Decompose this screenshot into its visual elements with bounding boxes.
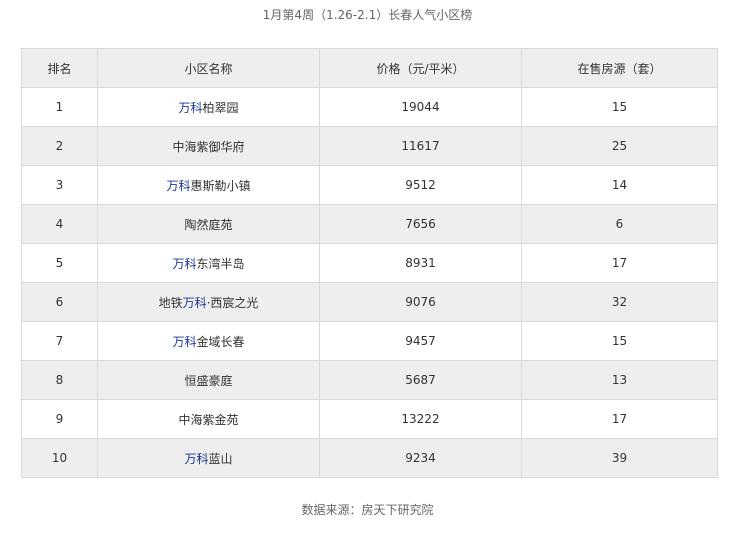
name-cell: 陶然庭苑 (97, 204, 320, 244)
name-cell: 中海紫金苑 (97, 399, 320, 439)
table-row: 3 万科惠斯勒小镇 9512 14 (21, 165, 718, 205)
table-row: 5 万科东湾半岛 8931 17 (21, 243, 718, 283)
table-row: 2 中海紫御华府 11617 25 (21, 126, 718, 166)
price-cell: 9234 (319, 438, 522, 478)
listings-cell: 13 (521, 360, 718, 400)
name-cell: 万科蓝山 (97, 438, 320, 478)
brand-link[interactable]: 万科 (183, 296, 207, 310)
name-cell: 恒盛豪庭 (97, 360, 320, 400)
rank-cell: 8 (21, 360, 98, 400)
header-rank: 排名 (21, 48, 98, 88)
brand-link[interactable]: 万科 (178, 101, 202, 115)
price-cell: 5687 (319, 360, 522, 400)
listings-cell: 17 (521, 243, 718, 283)
rank-cell: 9 (21, 399, 98, 439)
listings-cell: 15 (521, 321, 718, 361)
price-cell: 13222 (319, 399, 522, 439)
price-cell: 9076 (319, 282, 522, 322)
name-cell: 万科金域长春 (97, 321, 320, 361)
rank-cell: 6 (21, 282, 98, 322)
name-suffix: 陶然庭苑 (184, 217, 233, 232)
price-cell: 19044 (319, 87, 522, 127)
name-cell: 万科惠斯勒小镇 (97, 165, 320, 205)
table-row: 9 中海紫金苑 13222 17 (21, 399, 718, 439)
listings-cell: 25 (521, 126, 718, 166)
listings-cell: 39 (521, 438, 718, 478)
name-cell: 地铁万科·西宸之光 (97, 282, 320, 322)
brand-link[interactable]: 万科 (184, 452, 208, 466)
name-suffix: 金域长春 (196, 334, 245, 349)
header-listings: 在售房源（套） (521, 48, 718, 88)
name-suffix: 恒盛豪庭 (184, 373, 233, 388)
rank-cell: 7 (21, 321, 98, 361)
table-row: 8 恒盛豪庭 5687 13 (21, 360, 718, 400)
name-suffix: 中海紫御华府 (172, 139, 245, 154)
header-name: 小区名称 (97, 48, 320, 88)
brand-link[interactable]: 万科 (172, 257, 196, 271)
name-cell: 中海紫御华府 (97, 126, 320, 166)
rank-cell: 5 (21, 243, 98, 283)
rank-cell: 10 (21, 438, 98, 478)
name-suffix: 东湾半岛 (196, 256, 245, 271)
name-suffix: 蓝山 (208, 451, 233, 466)
table-row: 1 万科柏翠园 19044 15 (21, 87, 718, 127)
table-row: 7 万科金域长春 9457 15 (21, 321, 718, 361)
name-suffix: ·西宸之光 (206, 295, 259, 310)
name-suffix: 惠斯勒小镇 (190, 178, 251, 193)
price-cell: 9457 (319, 321, 522, 361)
header-price: 价格（元/平米） (319, 48, 522, 88)
name-prefix: 地铁 (158, 295, 183, 310)
listings-cell: 15 (521, 87, 718, 127)
price-cell: 11617 (319, 126, 522, 166)
name-suffix: 柏翠园 (202, 100, 239, 115)
rank-cell: 2 (21, 126, 98, 166)
table-body: 1 万科柏翠园 19044 15 2 中海紫御华府 11617 25 3 万科惠… (21, 87, 718, 478)
rank-cell: 1 (21, 87, 98, 127)
listings-cell: 17 (521, 399, 718, 439)
rank-cell: 3 (21, 165, 98, 205)
data-source-note: 数据来源：房天下研究院 (301, 503, 434, 517)
name-suffix: 中海紫金苑 (178, 412, 239, 427)
table-row: 6 地铁万科·西宸之光 9076 32 (21, 282, 718, 322)
brand-link[interactable]: 万科 (172, 335, 196, 349)
brand-link[interactable]: 万科 (166, 179, 190, 193)
price-cell: 9512 (319, 165, 522, 205)
table-header-row: 排名 小区名称 价格（元/平米） 在售房源（套） (21, 48, 718, 88)
listings-cell: 6 (521, 204, 718, 244)
ranking-table: 排名 小区名称 价格（元/平米） 在售房源（套） 1 万科柏翠园 19044 1… (21, 48, 718, 478)
rank-cell: 4 (21, 204, 98, 244)
price-cell: 8931 (319, 243, 522, 283)
listings-cell: 14 (521, 165, 718, 205)
table-row: 4 陶然庭苑 7656 6 (21, 204, 718, 244)
table-row: 10 万科蓝山 9234 39 (21, 438, 718, 478)
name-cell: 万科柏翠园 (97, 87, 320, 127)
listings-cell: 32 (521, 282, 718, 322)
page-title: 1月第4周（1.26-2.1）长春人气小区榜 (262, 8, 473, 22)
price-cell: 7656 (319, 204, 522, 244)
name-cell: 万科东湾半岛 (97, 243, 320, 283)
